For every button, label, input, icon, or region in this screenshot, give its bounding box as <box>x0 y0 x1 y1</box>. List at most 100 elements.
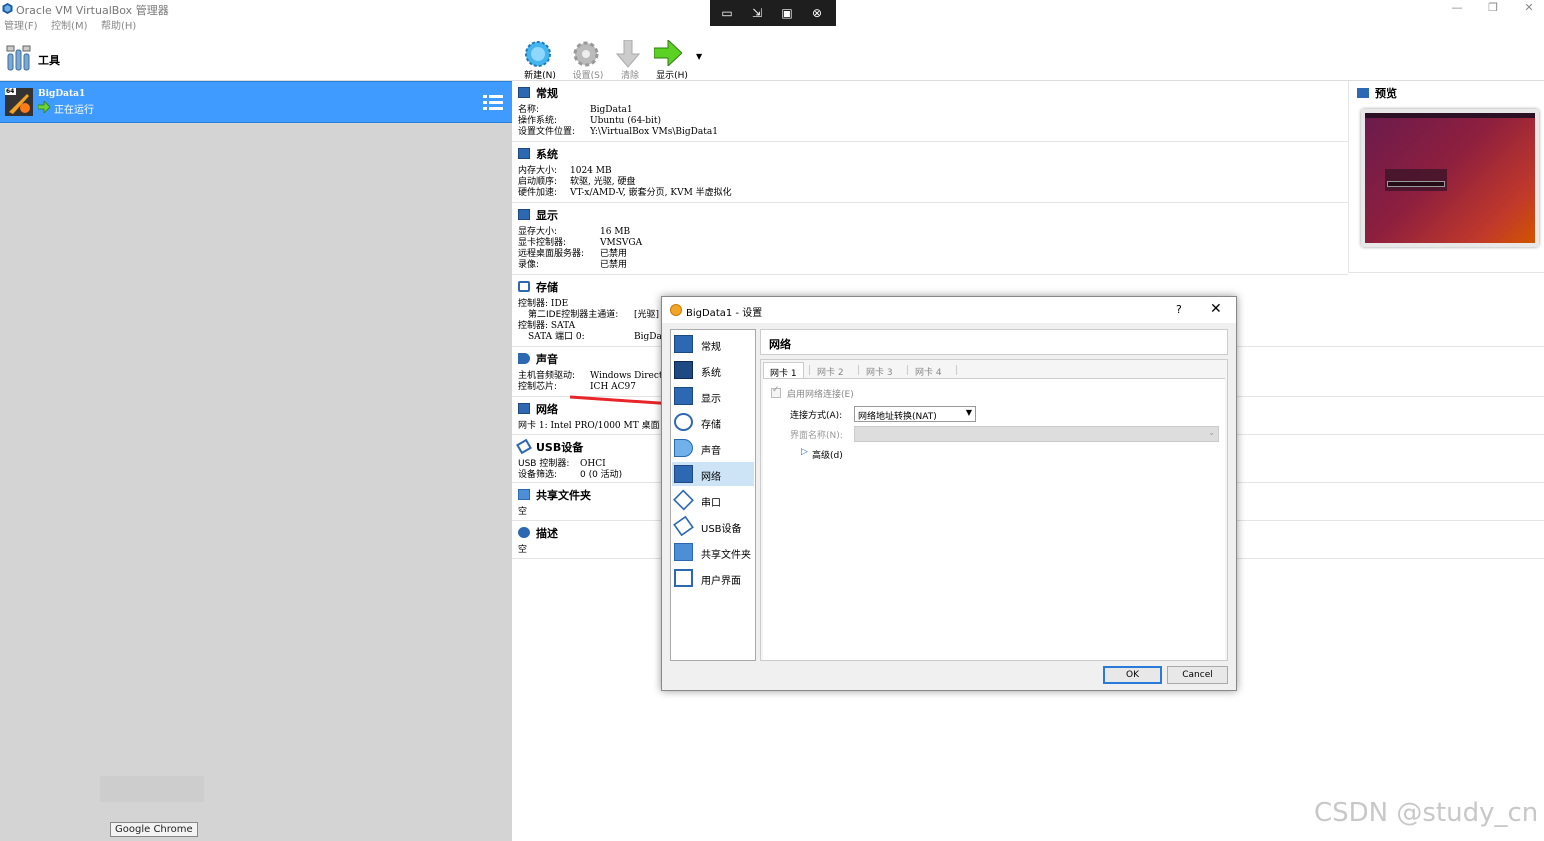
location-value: Y:\VirtualBox VMs\BigData1 <box>590 127 718 137</box>
virtualbox-icon <box>2 3 13 14</box>
display-icon[interactable]: ▭ <box>719 5 735 21</box>
sata-port-label: SATA 端口 0: <box>528 332 585 342</box>
show-dropdown-icon[interactable]: ▼ <box>696 52 702 61</box>
window-title: Oracle VM VirtualBox 管理器 <box>16 4 169 17</box>
vm-preview-screen <box>1361 109 1539 247</box>
network-icon <box>518 403 530 414</box>
window-icon[interactable]: ▣ <box>779 5 795 21</box>
pin-icon[interactable]: ⇲ <box>749 5 765 21</box>
menu-manage[interactable]: 管理(F) <box>4 18 38 36</box>
audio-nav-icon <box>674 439 693 457</box>
speaker-icon <box>518 353 530 364</box>
interface-name-select[interactable]: ⌄ <box>854 426 1219 442</box>
settings-nav-list: 常规 系统 显示 存储 声音 网络 串口 USB设备 共享文件夹 用户界面 <box>670 329 756 661</box>
tools-item[interactable]: 工具 <box>0 36 512 81</box>
nav-storage[interactable]: 存储 <box>672 410 754 434</box>
folder-icon <box>518 489 530 500</box>
display-section: 显示 显存大小: 16 MB 显卡控制器: VMSVGA 远程桌面服务器: 已禁… <box>512 203 1348 275</box>
audio-host-label: 主机音频驱动: <box>518 371 576 381</box>
attached-to-label: 连接方式(A): <box>790 411 843 421</box>
chevron-down-icon: ⌄ <box>1208 428 1215 437</box>
arch-badge: 64 <box>6 88 15 95</box>
menu-help[interactable]: 帮助(H) <box>101 18 136 36</box>
page-title: 网络 <box>769 338 791 351</box>
nav-usb[interactable]: USB设备 <box>672 514 754 538</box>
usb-filter-label: 设备筛选: <box>518 470 558 480</box>
tab-divider <box>956 365 957 375</box>
advanced-label[interactable]: 高级(d) <box>812 448 843 461</box>
gear-icon <box>573 41 599 67</box>
storage-title: 存储 <box>536 281 558 294</box>
nav-system-label: 系统 <box>701 368 721 379</box>
nav-general[interactable]: 常规 <box>672 332 754 356</box>
menu-control[interactable]: 控制(M) <box>51 18 87 36</box>
dialog-title: BigData1 - 设置 <box>686 308 763 319</box>
acceleration-label: 硬件加速: <box>518 188 558 198</box>
audio-chip-label: 控制芯片: <box>518 382 558 392</box>
settings-dialog-icon <box>670 304 682 316</box>
attached-to-value: 网络地址转换(NAT) <box>858 412 937 422</box>
vram-value: 16 MB <box>600 227 631 237</box>
details-menu-icon[interactable] <box>483 94 503 112</box>
shared-folders-value: 空 <box>518 507 528 517</box>
nav-serial[interactable]: 串口 <box>672 488 754 512</box>
acceleration-value: VT-x/AMD-V, 嵌套分页, KVM 半虚拟化 <box>570 188 732 198</box>
settings-label: 设置(S) <box>572 71 604 81</box>
nav-network-label: 网络 <box>701 472 721 483</box>
name-value: BigData1 <box>590 105 633 115</box>
general-icon <box>518 87 530 98</box>
checkmark-icon: ✓ <box>772 385 780 395</box>
interface-name-label: 界面名称(N): <box>790 431 843 441</box>
advanced-expand-icon[interactable]: ▷ <box>801 447 808 457</box>
tools-icon <box>6 45 31 71</box>
nav-audio[interactable]: 声音 <box>672 436 754 460</box>
storage-icon <box>518 281 530 292</box>
dialog-close-button[interactable]: ✕ <box>1210 301 1222 317</box>
tab-adapter-4[interactable]: 网卡 4 <box>909 362 948 378</box>
nav-network[interactable]: 网络 <box>672 462 754 486</box>
nav-shared-folders[interactable]: 共享文件夹 <box>672 540 754 564</box>
toolbar: 新建(N) 设置(S) 清除 显示(H) ▼ <box>512 36 1544 81</box>
show-button[interactable]: 显示(H) <box>650 39 690 81</box>
preview-section: 预览 <box>1348 81 1544 273</box>
menu-bar: 管理(F) 控制(M) 帮助(H) <box>0 18 700 36</box>
new-button[interactable]: 新建(N) <box>518 39 558 81</box>
settings-dialog: BigData1 - 设置 ? ✕ 常规 系统 显示 存储 声音 网络 串口 U… <box>661 296 1237 691</box>
vm-list-item[interactable]: 64 BigData1 正在运行 <box>0 81 512 123</box>
nav-usb-label: USB设备 <box>701 524 742 535</box>
speech-bubble-icon <box>518 527 530 538</box>
memory-label: 内存大小: <box>518 166 558 176</box>
network-page: 网卡 1 网卡 2 网卡 3 网卡 4 ✓ 启用网络连接(E) 连接方式(A):… <box>760 359 1228 661</box>
usb-icon <box>516 438 532 455</box>
system-section: 系统 内存大小: 1024 MB 启动顺序: 软驱, 光驱, 硬盘 硬件加速: … <box>512 142 1348 203</box>
tab-adapter-3[interactable]: 网卡 3 <box>860 362 899 378</box>
usb-controller-value: OHCI <box>580 459 606 469</box>
tab-divider <box>809 365 810 375</box>
remote-desktop-bar: ▭ ⇲ ▣ ⊗ <box>710 0 836 26</box>
nav-user-interface[interactable]: 用户界面 <box>672 566 754 590</box>
minimize-button[interactable]: — <box>1450 1 1464 15</box>
vram-label: 显存大小: <box>518 227 558 237</box>
storage-nav-icon <box>674 413 693 431</box>
os-value: Ubuntu (64-bit) <box>590 116 661 126</box>
tab-adapter-2[interactable]: 网卡 2 <box>811 362 850 378</box>
description-title: 描述 <box>536 527 558 540</box>
serial-port-nav-icon <box>673 489 694 511</box>
graphics-controller-label: 显卡控制器: <box>518 238 567 248</box>
settings-button[interactable]: 设置(S) <box>566 39 606 81</box>
tab-adapter-1[interactable]: 网卡 1 <box>763 362 804 379</box>
close-button[interactable]: ✕ <box>1522 1 1536 15</box>
preview-title: 预览 <box>1375 87 1397 100</box>
discard-button[interactable]: 清除 <box>608 39 648 81</box>
remote-display-value: 已禁用 <box>600 249 628 259</box>
folder-nav-icon <box>674 543 693 561</box>
nav-system[interactable]: 系统 <box>672 358 754 382</box>
attached-to-select[interactable]: 网络地址转换(NAT) ▼ <box>854 406 976 422</box>
restore-button[interactable]: ❐ <box>1486 1 1500 15</box>
help-button[interactable]: ? <box>1176 303 1182 316</box>
nav-display[interactable]: 显示 <box>672 384 754 408</box>
vm-state: 正在运行 <box>54 105 94 116</box>
disconnect-icon[interactable]: ⊗ <box>809 5 825 21</box>
cancel-button[interactable]: Cancel <box>1167 666 1228 684</box>
ok-button[interactable]: OK <box>1103 666 1162 684</box>
